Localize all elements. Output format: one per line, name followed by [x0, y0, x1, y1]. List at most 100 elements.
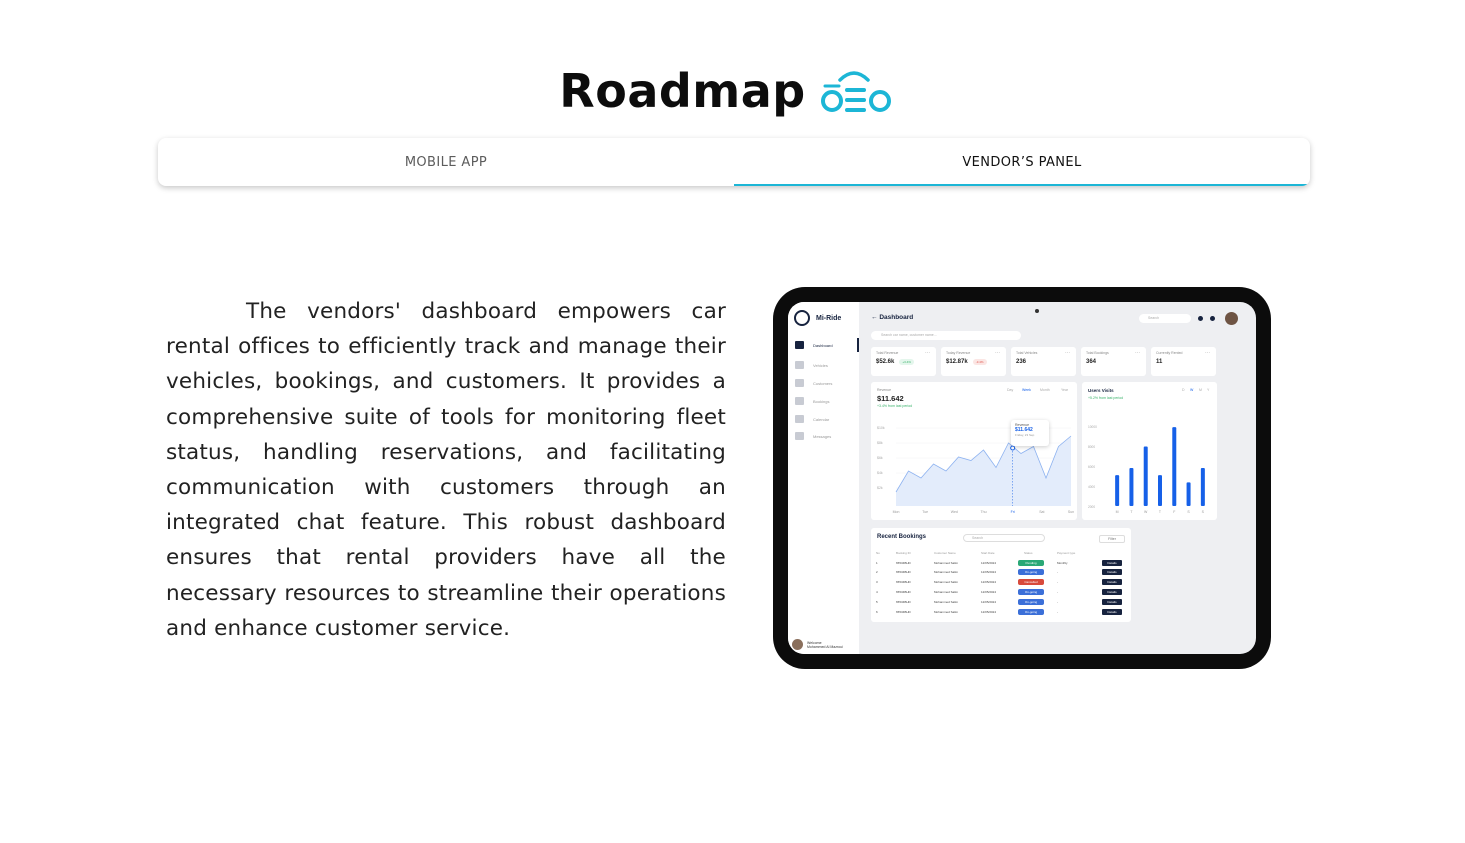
details-button[interactable]: Details [1102, 608, 1122, 615]
stat-card: Currently Rented 11 ··· [1151, 347, 1216, 376]
filter-button[interactable]: Filter [1099, 535, 1125, 543]
sidebar-item-dashboard[interactable]: Dashboard [788, 338, 859, 352]
cell-customer: Mohammed Salim [934, 609, 959, 614]
details-button[interactable]: Details [1102, 579, 1122, 586]
more-icon[interactable]: ··· [995, 350, 1000, 356]
table-header: No Booking ID Customer Name Start Date S… [876, 548, 1126, 557]
chart-tooltip: Revenue $11.642 Friday, 23 Sep [1011, 420, 1049, 446]
sidebar-item-bookings[interactable]: Bookings [788, 394, 859, 408]
sidebar-item-label: Calendar [813, 416, 830, 422]
column-header: No [876, 550, 880, 555]
table-row: 4 65534BHD Mohammed Salim 12/05/2024 - On-goi… [876, 587, 1126, 596]
y-tick-label: $6k [877, 456, 883, 460]
description-text: The vendors' dashboard empowers car rent… [166, 299, 726, 641]
x-tick-label: Mon [893, 510, 900, 514]
revenue-chart: $10k $8k $6k $4k $2k Mon Tue Wed Thu Fri Sat Sun [877, 426, 1074, 514]
cell-date: 12/05/2024 [981, 589, 997, 594]
dashboard-header: ← Dashboard [871, 314, 914, 321]
table-row: 6 65534BHD Mohammed Salim 12/05/2024 - On-goi… [876, 607, 1126, 616]
sidebar-item-calendar[interactable]: Calendar [788, 412, 859, 426]
cell-no: 5 [876, 599, 878, 604]
y-tick-label: $2k [877, 486, 883, 490]
cell-customer: Mohammed Salim [934, 580, 959, 585]
bar [1143, 446, 1148, 506]
bookings-title: Recent Bookings [877, 534, 927, 540]
avatar [792, 639, 803, 650]
stat-card: Total Vehicles 236 ··· [1011, 347, 1076, 376]
sidebar-item-customers[interactable]: Customers [788, 376, 859, 390]
cell-date: 12/05/2024 [981, 609, 997, 614]
header-search[interactable]: Search [1139, 314, 1191, 323]
sidebar-item-messages[interactable]: Messages [788, 429, 859, 443]
dashboard-main: ← Dashboard Search car name, customer na… [859, 302, 1256, 654]
table-row: 1 65534BHD Mohammed Salim 12/05/2024 Monthly… [876, 558, 1126, 567]
cell-payment: - [1057, 599, 1058, 604]
more-icon[interactable]: ··· [1205, 350, 1210, 356]
visits-chart: 10000 8000 6000 4000 2000 M T W T F S S [1088, 425, 1205, 514]
y-tick-label: $4k [877, 471, 883, 475]
details-button[interactable]: Details [1102, 569, 1122, 576]
x-tick-label: Sat [1039, 510, 1044, 514]
stat-badge: +3.4% [899, 359, 914, 365]
page-title: Roadmap [559, 64, 806, 118]
more-icon[interactable]: ··· [1065, 350, 1070, 356]
cell-booking-id: 65534BHD [896, 599, 911, 604]
stat-value: $52.6k [876, 359, 895, 365]
cell-customer: Mohammed Salim [934, 599, 959, 604]
tab-mobile-app[interactable]: MOBILE APP [158, 138, 734, 186]
cell-no: 3 [876, 580, 878, 585]
y-tick-label: $8k [877, 441, 883, 445]
bar [1115, 475, 1120, 506]
status-badge: On-going [1018, 598, 1044, 605]
tab-vendors-panel[interactable]: VENDOR’S PANEL [734, 138, 1310, 186]
sidebar-item-label: Customers [813, 380, 833, 386]
cell-payment: - [1057, 580, 1058, 585]
cell-booking-id: 65534BHD [896, 560, 911, 565]
search-input[interactable]: Search car name, customer name... [871, 331, 1021, 340]
chat-icon [795, 432, 804, 440]
details-button[interactable]: Details [1102, 588, 1122, 595]
cell-booking-id: 65534BHD [896, 570, 911, 575]
cell-customer: Mohammed Salim [934, 570, 959, 575]
sidebar-item-label: Dashboard [813, 342, 833, 348]
details-button[interactable]: Details [1102, 598, 1122, 605]
status-badge: On-going [1018, 608, 1044, 615]
sidebar-item-vehicles[interactable]: Vehicles [788, 358, 859, 372]
stat-label: Today Revenue [946, 351, 971, 355]
stat-label: Total Revenue [876, 351, 899, 355]
x-tick-label: Tue [922, 510, 928, 514]
tablet-mockup: Mi-Ride Dashboard Vehicles Customers Boo… [773, 287, 1271, 669]
x-tick-label: F [1173, 510, 1175, 514]
brand-logo-icon [794, 310, 810, 326]
brand: Mi-Ride [794, 310, 841, 326]
welcome-user: Welcome Mohammed Al Mazroui [792, 639, 843, 650]
chat-icon[interactable] [1198, 316, 1203, 321]
calendar-icon [795, 415, 804, 423]
column-header: Start Date [981, 550, 995, 555]
dashboard-icon [795, 341, 804, 349]
brand-name: Mi-Ride [816, 314, 842, 322]
x-tick-label: T [1159, 510, 1162, 514]
y-tick-label: 4000 [1088, 485, 1095, 489]
avatar[interactable] [1225, 312, 1238, 325]
page-header: Roadmap [0, 64, 1465, 118]
clipboard-icon [795, 397, 804, 405]
status-badge: Pending [1018, 559, 1044, 566]
cell-no: 4 [876, 589, 878, 594]
y-tick-label: 8000 [1088, 445, 1095, 449]
y-tick-label: $10k [877, 426, 885, 430]
details-button[interactable]: Details [1102, 559, 1122, 566]
more-icon[interactable]: ··· [1135, 350, 1140, 356]
tooltip-date: Friday, 23 Sep [1015, 433, 1035, 437]
x-tick-label: Fri [1011, 510, 1015, 514]
more-icon[interactable]: ··· [925, 350, 930, 356]
bar [1200, 468, 1205, 506]
stat-value: $12.87k [946, 359, 968, 365]
y-tick-label: 2000 [1088, 505, 1095, 509]
bookings-search[interactable]: Search [963, 534, 1045, 542]
cell-booking-id: 65534BHD [896, 609, 911, 614]
stat-card: Today Revenue $12.87k -3.4% ··· [941, 347, 1006, 376]
bell-icon[interactable] [1210, 316, 1215, 321]
status-badge: Cancelled [1018, 579, 1044, 586]
tab-bar: MOBILE APP VENDOR’S PANEL [158, 138, 1310, 186]
